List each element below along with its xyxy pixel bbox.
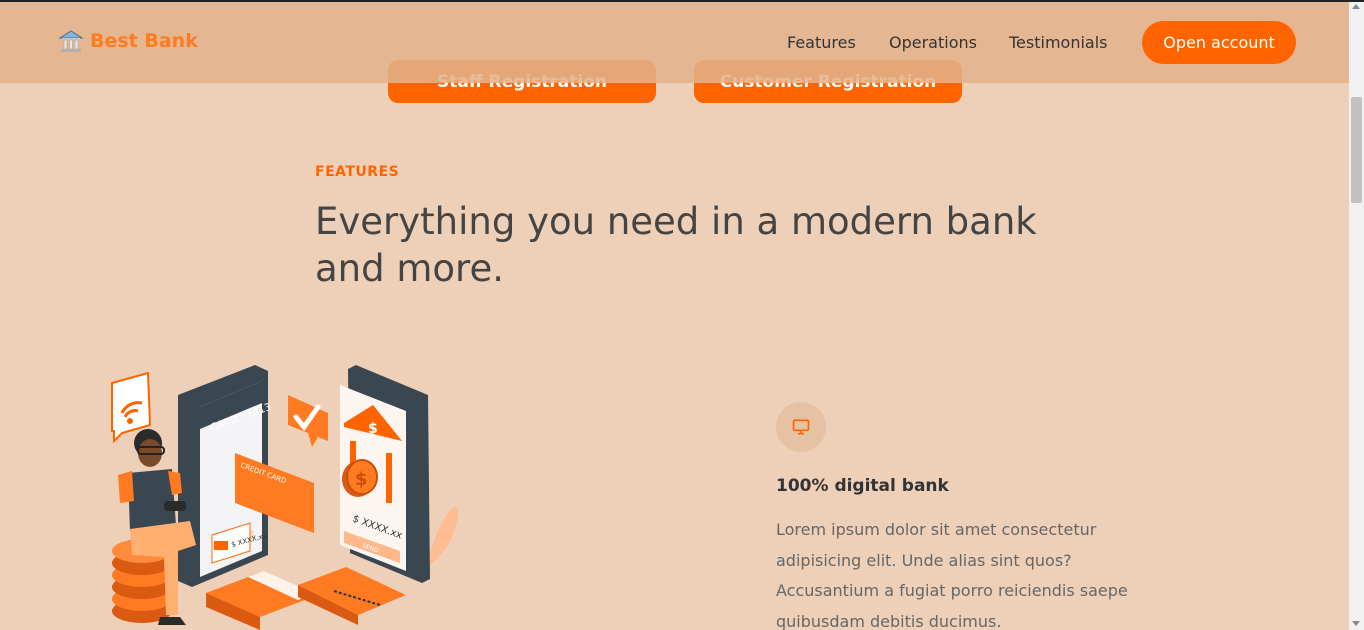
right-phone-icon: $ $ $ XXXX.xx SEND [340, 365, 430, 583]
nav-link-operations[interactable]: Operations [889, 33, 977, 52]
cash-stack-icon [206, 567, 406, 630]
vertical-scrollbar[interactable] [1349, 0, 1364, 630]
section-tag: FEATURES [315, 164, 400, 180]
nav-link-testimonials[interactable]: Testimonials [1009, 33, 1108, 52]
scroll-up-arrow-icon[interactable] [1352, 4, 1360, 9]
nav-link-features[interactable]: Features [787, 33, 856, 52]
brand-logo[interactable]: Best Bank [58, 28, 198, 54]
svg-text:$: $ [355, 469, 368, 490]
monitor-icon [792, 419, 810, 435]
scrollbar-thumb[interactable] [1351, 97, 1362, 203]
bank-building-icon [58, 30, 84, 52]
digital-banking-illustration: CARD : 1213 CREDIT CARD $ XXXX.xx $ $ $ … [111, 365, 459, 630]
brand-name: Best Bank [90, 30, 198, 52]
window-top-border [0, 0, 1364, 2]
svg-text:$: $ [368, 421, 378, 437]
section-heading: Everything you need in a modern bank and… [315, 200, 1037, 290]
feature-title: 100% digital bank [776, 476, 949, 496]
check-bubble-icon [288, 395, 328, 447]
page: Staff Registration Customer Registration… [0, 0, 1349, 630]
navbar: Best Bank Features Operations Testimonia… [0, 2, 1349, 83]
scroll-down-arrow-icon[interactable] [1352, 621, 1360, 626]
feature-description: Lorem ipsum dolor sit amet consectetur a… [776, 520, 1128, 630]
open-account-button[interactable]: Open account [1142, 21, 1296, 64]
feature-icon-circle [776, 402, 826, 452]
